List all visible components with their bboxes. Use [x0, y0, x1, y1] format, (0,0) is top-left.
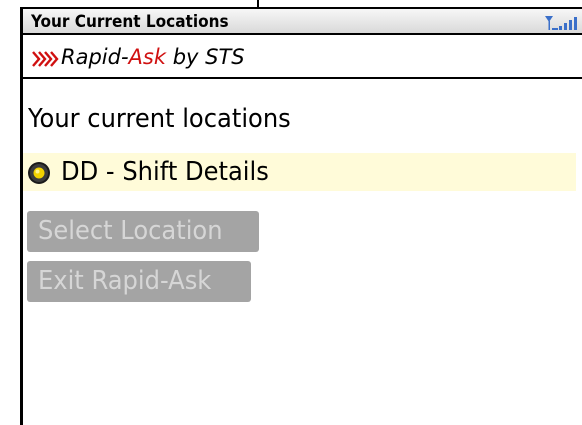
brand-rapid: Rapid- [61, 45, 129, 69]
brand-ask: Ask [128, 45, 167, 69]
app-brand-bar: Rapid-Ask by STS [23, 41, 582, 79]
radio-selected-icon[interactable] [27, 161, 51, 189]
location-item[interactable]: DD - Shift Details [23, 153, 576, 191]
brand-by: by STS [166, 45, 245, 69]
brand-chevrons-icon [31, 50, 61, 72]
exit-button[interactable]: Exit Rapid-Ask [27, 261, 251, 302]
window-title: Your Current Locations [31, 12, 229, 32]
page-heading: Your current locations [28, 104, 291, 134]
title-bar: Your Current Locations [23, 7, 582, 35]
select-location-label: Select Location [38, 216, 223, 246]
exit-label: Exit Rapid-Ask [38, 266, 212, 296]
top-edge-mark [257, 0, 259, 7]
location-label: DD - Shift Details [61, 157, 269, 187]
brand-name: Rapid-Ask by STS [61, 45, 245, 69]
select-location-button[interactable]: Select Location [27, 211, 259, 252]
signal-strength-icon [544, 14, 580, 36]
